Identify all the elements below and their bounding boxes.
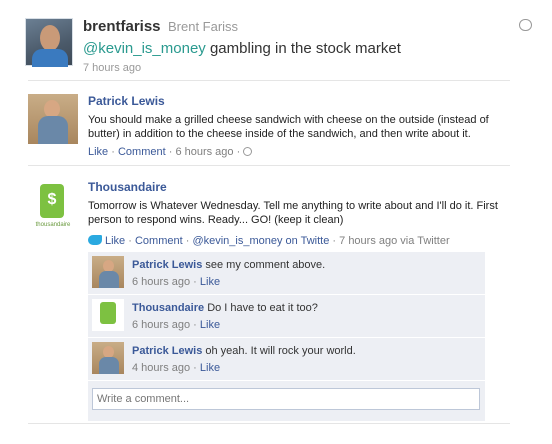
comment-meta: 4 hours ago · Like [132, 362, 221, 374]
avatar[interactable] [92, 342, 124, 374]
avatar[interactable] [25, 18, 73, 67]
avatar-face [40, 25, 60, 51]
like-link[interactable]: Like [88, 146, 108, 158]
avatar[interactable] [92, 299, 124, 331]
comment-box [88, 381, 485, 421]
avatar-body [99, 271, 119, 288]
comment-timestamp[interactable]: 6 hours ago [132, 319, 190, 331]
avatar-shirt [32, 49, 68, 67]
post-meta: Like · Comment · @kevin_is_money on Twit… [88, 235, 518, 247]
post-content: Thousandaire Tomorrow is Whatever Wednes… [88, 180, 518, 247]
avatar-body [38, 116, 68, 144]
comment-input[interactable] [92, 388, 480, 410]
post-thousandaire: $ thousandaire Thousandaire Tomorrow is … [28, 180, 518, 247]
post-author[interactable]: Patrick Lewis [88, 94, 518, 108]
comment-link[interactable]: Comment [118, 146, 166, 158]
comment-item: Patrick Lewis see my comment above. 6 ho… [88, 252, 485, 295]
post-author[interactable]: Thousandaire [88, 180, 518, 194]
avatar-caption: thousandaire [35, 222, 71, 228]
comment-meta: 6 hours ago · Like [132, 276, 221, 288]
tweet-text-block: brentfariss Brent Fariss @kevin_is_money… [83, 18, 401, 74]
divider [28, 80, 510, 81]
avatar[interactable]: $ thousandaire [28, 180, 78, 230]
tweet-card: brentfariss Brent Fariss @kevin_is_money… [25, 18, 532, 74]
comment-body: Patrick Lewis see my comment above. 6 ho… [132, 259, 477, 289]
post-meta: Like · Comment · 6 hours ago · [88, 146, 518, 158]
comment-author[interactable]: Thousandaire [132, 302, 204, 314]
avatar-body [99, 357, 119, 374]
post-content: Patrick Lewis You should make a grilled … [88, 94, 518, 158]
divider [28, 165, 510, 166]
globe-icon [243, 147, 253, 156]
reply-icon[interactable] [519, 19, 532, 31]
comment-author[interactable]: Patrick Lewis [132, 345, 202, 357]
post-timestamp[interactable]: 7 hours ago via Twitter [339, 235, 449, 247]
comment-author[interactable]: Patrick Lewis [132, 259, 202, 271]
full-name: Brent Fariss [167, 19, 239, 34]
twitter-source-link[interactable]: @kevin_is_money on Twitte [192, 235, 329, 247]
comments-section: Patrick Lewis see my comment above. 6 ho… [88, 252, 485, 421]
comment-body: Patrick Lewis oh yeah. It will rock your… [132, 345, 477, 375]
twitter-bird-icon [88, 235, 102, 245]
comment-like-link[interactable]: Like [200, 362, 220, 374]
avatar[interactable] [28, 94, 78, 144]
post-patrick: Patrick Lewis You should make a grilled … [28, 94, 518, 158]
tweet-body: @kevin_is_money gambling in the stock ma… [83, 40, 401, 57]
comment-item: Thousandaire Do I have to eat it too? 6 … [88, 295, 485, 338]
dollar-sign-icon: $ [47, 191, 57, 208]
comment-timestamp[interactable]: 6 hours ago [132, 276, 190, 288]
avatar[interactable] [92, 256, 124, 288]
comment-item: Patrick Lewis oh yeah. It will rock your… [88, 338, 485, 381]
post-timestamp[interactable]: 6 hours ago [175, 146, 233, 158]
mention-link[interactable]: @kevin_is_money [83, 40, 206, 57]
post-text: You should make a grilled cheese sandwic… [88, 114, 489, 140]
comment-link[interactable]: Comment [135, 235, 183, 247]
like-link[interactable]: Like [105, 235, 125, 247]
comment-like-link[interactable]: Like [200, 276, 220, 288]
comment-text: Do I have to eat it too? [207, 302, 318, 314]
comment-body: Thousandaire Do I have to eat it too? 6 … [132, 302, 477, 332]
comment-meta: 6 hours ago · Like [132, 319, 221, 331]
comment-timestamp[interactable]: 4 hours ago [132, 362, 190, 374]
divider [28, 423, 510, 424]
tweet-timestamp[interactable]: 7 hours ago [83, 62, 401, 74]
money-bill-icon [100, 302, 116, 324]
tweet-text: gambling in the stock market [205, 40, 401, 57]
screen-name[interactable]: brentfariss [83, 18, 161, 35]
post-text: Tomorrow is Whatever Wednesday. Tell me … [88, 200, 498, 226]
comment-text: oh yeah. It will rock your world. [205, 345, 356, 357]
comment-like-link[interactable]: Like [200, 319, 220, 331]
comment-text: see my comment above. [205, 259, 326, 271]
